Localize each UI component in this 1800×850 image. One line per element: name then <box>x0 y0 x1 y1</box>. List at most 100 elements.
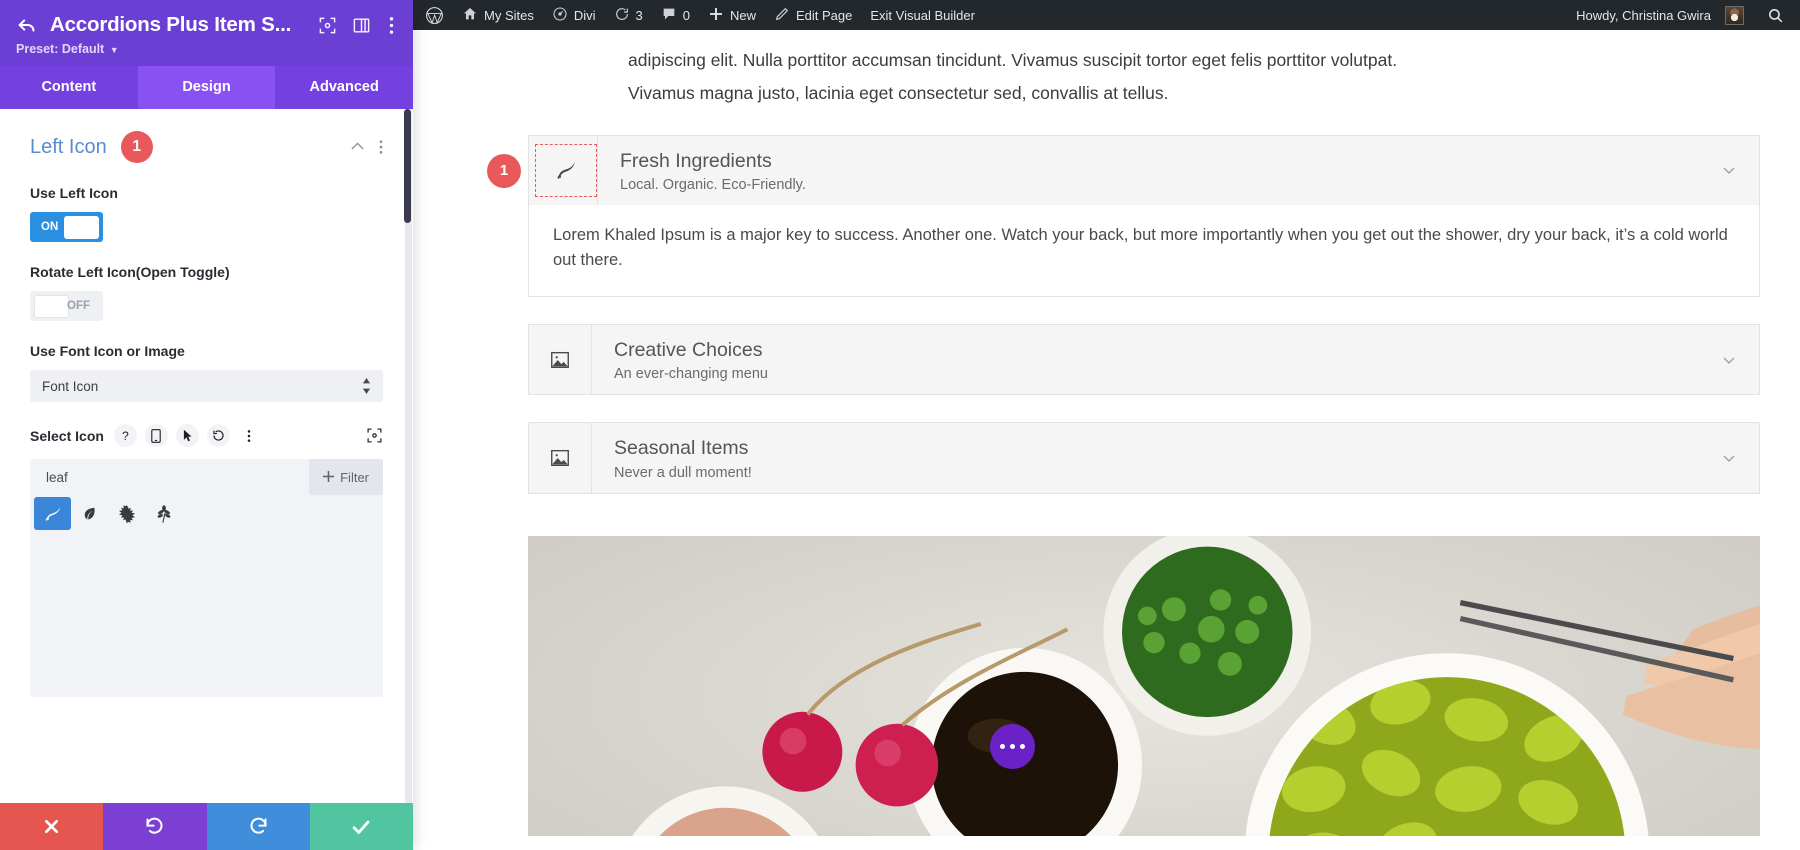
leaf-icon[interactable] <box>535 143 597 197</box>
pencil-icon <box>774 6 790 25</box>
toggle-state-label: OFF <box>67 300 90 312</box>
redo-button[interactable] <box>206 803 310 850</box>
admin-bar-item-updates[interactable]: 3 <box>605 0 652 30</box>
settings-panel-footer <box>0 803 413 850</box>
field-label-rotate-left-icon: Rotate Left Icon(Open Toggle) <box>30 264 230 280</box>
field-use-left-icon: Use Left Icon ON <box>30 185 383 242</box>
accordion-item-subtitle: Local. Organic. Eco-Friendly. <box>620 176 806 193</box>
icon-filter-label: Filter <box>340 469 369 485</box>
avatar <box>1725 5 1744 25</box>
leaf-icon[interactable] <box>34 497 71 530</box>
section-more-options-icon[interactable] <box>379 139 383 155</box>
admin-bar-greeting[interactable]: Howdy, Christina Gwira <box>1564 0 1753 30</box>
layout-columns-icon[interactable] <box>349 13 373 37</box>
select-use-font-icon-or-image[interactable]: Font Icon <box>30 370 383 402</box>
lead-paragraph-line-1: adipiscing elit. Nulla porttitor accumsa… <box>628 50 1398 70</box>
accordion-item: 1 Fresh Ingredients Local. Organic. Eco-… <box>487 134 1760 297</box>
accordion-item-subtitle: Never a dull moment! <box>614 464 752 481</box>
admin-bar-item-my-sites[interactable]: My Sites <box>453 0 543 30</box>
settings-panel-title: Accordions Plus Item S... <box>50 13 292 36</box>
field-use-font-icon-or-image: Use Font Icon or Image Font Icon <box>30 343 383 402</box>
sprig-leaf-icon[interactable] <box>145 497 182 530</box>
admin-bar-label-my-sites: My Sites <box>484 7 534 23</box>
accordion-item-title: Fresh Ingredients <box>620 149 772 172</box>
lead-paragraph-line-2: Vivamus magna justo, lacinia eget consec… <box>628 83 1169 104</box>
leaf-outline-icon[interactable] <box>71 497 108 530</box>
undo-button[interactable] <box>103 803 207 850</box>
comment-bubble-icon <box>661 6 677 25</box>
fullscreen-expand-icon[interactable] <box>315 13 339 37</box>
section-title: Left Icon <box>30 135 107 158</box>
admin-bar-label-new: New <box>729 7 756 23</box>
admin-bar-label-divi: Divi <box>573 7 596 23</box>
module-settings-fab[interactable] <box>990 723 1035 769</box>
toggle-use-left-icon[interactable]: ON <box>30 212 103 242</box>
fab-dot <box>1000 743 1005 749</box>
fab-dot <box>1020 743 1025 749</box>
field-label-select-icon: Select Icon <box>30 427 104 444</box>
admin-bar-item-exit-visual-builder[interactable]: Exit Visual Builder <box>861 0 984 30</box>
back-arrow-icon[interactable] <box>14 12 40 38</box>
preset-selector[interactable]: Preset: Default ▼ <box>14 42 399 56</box>
image-placeholder-icon[interactable] <box>529 325 591 394</box>
help-icon[interactable]: ? <box>113 424 137 447</box>
accordion-item-header[interactable]: Creative Choices An ever-changing menu <box>529 324 1759 395</box>
accordion-module: 1 Fresh Ingredients Local. Organic. Eco-… <box>413 134 1800 494</box>
accordion-item-header[interactable]: Fresh Ingredients Local. Organic. Eco-Fr… <box>529 135 1759 205</box>
icon-filter-button[interactable]: Filter <box>309 459 383 495</box>
save-button[interactable] <box>309 803 413 850</box>
admin-bar-search-icon[interactable] <box>1753 7 1800 24</box>
hover-cursor-icon[interactable] <box>175 424 199 447</box>
admin-bar-right: Howdy, Christina Gwira <box>1564 0 1800 30</box>
app-screen: My Sites Divi 3 0 New Edit Page Exit Vis… <box>0 0 1800 850</box>
accordion-item: Creative Choices An ever-changing menu <box>528 323 1760 396</box>
icon-picker-search-row: Filter <box>30 459 383 495</box>
maple-leaf-icon[interactable] <box>108 497 145 530</box>
divi-speedometer-icon <box>552 6 568 25</box>
plus-icon <box>708 6 724 25</box>
accordion-item-badge: 1 <box>487 153 521 188</box>
select-icon-expand-icon[interactable] <box>366 427 383 444</box>
settings-panel-header: Accordions Plus Item S... Preset: Defaul… <box>0 0 413 66</box>
wordpress-logo-icon[interactable] <box>413 0 453 30</box>
chevron-down-icon[interactable] <box>1699 350 1759 370</box>
select-stepper-arrows-icon <box>362 377 371 395</box>
tab-content[interactable]: Content <box>0 66 138 109</box>
chevron-down-icon[interactable] <box>1699 160 1759 180</box>
field-label-use-font-icon-or-image: Use Font Icon or Image <box>30 343 185 359</box>
select-icon-more-options-icon[interactable] <box>238 424 261 447</box>
admin-bar-label-comments: 0 <box>682 7 690 23</box>
section-header-left-icon: Left Icon 1 <box>30 131 383 163</box>
settings-tabs: Content Design Advanced <box>0 66 414 109</box>
food-photo <box>528 535 1760 836</box>
section-tools <box>350 139 383 155</box>
settings-scroll-area: Left Icon 1 Use Left Icon ON Rotate Left… <box>0 109 413 729</box>
icon-picker: Filter <box>30 459 383 697</box>
more-options-icon[interactable] <box>383 13 399 37</box>
admin-bar-item-comments[interactable]: 0 <box>652 0 699 30</box>
accordion-item-header[interactable]: Seasonal Items Never a dull moment! <box>529 423 1759 493</box>
chevron-down-icon[interactable] <box>1699 448 1759 468</box>
toggle-knob <box>64 215 99 239</box>
image-placeholder-icon[interactable] <box>529 423 591 492</box>
toggle-rotate-left-icon[interactable]: OFF <box>30 291 103 321</box>
admin-bar-label-updates: 3 <box>635 7 643 23</box>
lead-paragraph: adipiscing elit. Nulla porttitor accumsa… <box>413 30 1800 111</box>
tab-design[interactable]: Design <box>137 66 276 109</box>
greeting-label: Howdy, Christina Gwira <box>1576 7 1711 23</box>
responsive-phone-icon[interactable] <box>144 424 168 447</box>
icon-search-input[interactable] <box>30 459 310 495</box>
admin-bar-item-edit-page[interactable]: Edit Page <box>765 0 861 30</box>
tab-advanced[interactable]: Advanced <box>275 66 414 109</box>
admin-bar-item-new[interactable]: New <box>699 0 765 30</box>
module-settings-panel: Accordions Plus Item S... Preset: Defaul… <box>0 0 414 850</box>
wp-admin-bar: My Sites Divi 3 0 New Edit Page Exit Vis… <box>413 0 1800 30</box>
toggle-knob <box>34 294 69 318</box>
admin-bar-item-divi[interactable]: Divi <box>543 0 605 30</box>
accordion-item-body: Lorem Khaled Ipsum is a major key to suc… <box>529 204 1759 296</box>
food-photo-image <box>528 535 1760 836</box>
reset-undo-icon[interactable] <box>206 424 230 447</box>
chevron-up-icon[interactable] <box>350 140 365 155</box>
field-select-icon: Select Icon ? leaf Filter <box>30 424 383 697</box>
cancel-button[interactable] <box>0 803 104 850</box>
